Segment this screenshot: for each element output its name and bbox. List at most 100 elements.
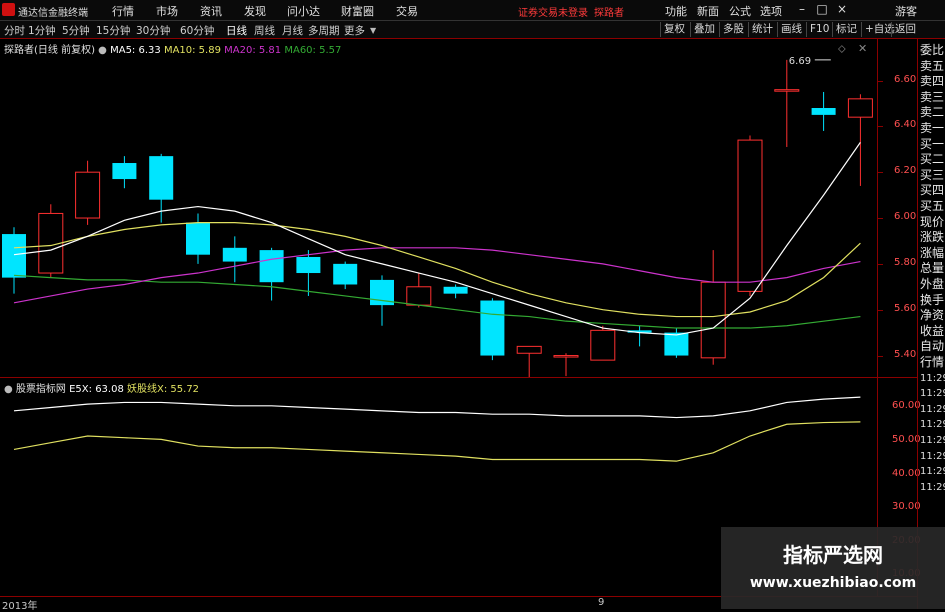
ma60-line [13,274,861,329]
side-panel-item[interactable]: 11:29 [920,464,945,480]
period-tick[interactable]: 分时 [4,23,25,38]
candle-body [664,332,689,356]
login-warning[interactable]: 证券交易未登录 [518,4,588,19]
side-panel-item[interactable]: 行情 [920,355,944,371]
side-panel-item[interactable]: 11:29 [920,402,945,418]
side-panel-item[interactable]: 11:29 [920,371,945,387]
f10-button[interactable]: F10 [806,22,832,37]
side-panel-item[interactable]: 总量 [920,261,944,277]
period-5min[interactable]: 5分钟 [62,23,90,38]
side-panel-item[interactable]: 净资 [920,308,944,324]
side-panel-item[interactable]: 卖二 [920,105,944,121]
linex-line [13,421,861,462]
maximize-icon[interactable]: □ [815,2,829,16]
period-monthly[interactable]: 月线 [282,23,303,38]
main-price-chart[interactable]: 6.69←5.24 [0,39,877,377]
side-panel-item[interactable]: 11:29 [920,417,945,433]
side-panel-item[interactable]: 11:29 [920,480,945,496]
y-tick-label: 5.40 [894,348,917,360]
candle-body [811,108,836,115]
candle-body [112,163,137,180]
menu-formula[interactable]: 公式 [729,3,751,19]
period-30min[interactable]: 30分钟 [136,23,170,38]
watermark-url: www.xuezhibiao.com [749,575,917,591]
candle-body [296,256,321,274]
y-tick [878,263,883,265]
candle-body [516,345,542,354]
candle-body [553,355,579,358]
candle-body [480,300,505,356]
candle-body [222,247,247,262]
chevron-down-icon[interactable]: ▼ [370,26,376,35]
draw-button[interactable]: 画线 [777,22,805,37]
menu-quotes[interactable]: 行情 [112,3,134,19]
high-annotation: 6.69 [789,56,811,67]
side-panel-item[interactable]: 买三 [920,168,944,184]
side-panel-item[interactable]: 自动 [920,339,944,355]
side-panel-item[interactable]: 涨幅 [920,246,944,262]
candle-body [700,281,726,359]
side-panel-item[interactable]: 11:29 [920,449,945,465]
side-panel-item[interactable]: 现价 [920,215,944,231]
side-panel-item[interactable]: 换手 [920,293,944,309]
period-weekly[interactable]: 周线 [254,23,275,38]
ma5-line [13,142,861,336]
period-daily[interactable]: 日线 [226,23,247,38]
menu-wealth[interactable]: 财富圈 [341,3,374,19]
month-label: 9 [598,597,605,608]
candle-body [847,98,873,118]
side-panel-item[interactable]: 卖五 [920,59,944,75]
side-panel-item[interactable]: 委比 [920,43,944,59]
y-tick-label: 5.80 [894,256,917,268]
stats-button[interactable]: 统计 [748,22,776,37]
quote-side-panel: 委比 卖五 卖四 卖三 卖二 卖一 买一 买二 买三 买四 买五 现价 涨跌 涨幅 总量 外盘 换手 净资 收益 自动… [917,39,945,609]
candle-body [737,139,763,292]
y-tick [878,309,883,311]
side-panel-item[interactable]: 卖一 [920,121,944,137]
close-icon[interactable]: × [835,2,849,16]
side-panel-item[interactable]: 收益 [920,324,944,340]
side-panel-item[interactable]: 买一 [920,137,944,153]
menu-new-page[interactable]: 新面 [697,3,719,19]
side-panel-item[interactable]: 买二 [920,152,944,168]
menu-options[interactable]: 选项 [760,3,782,19]
menu-function[interactable]: 功能 [665,3,687,19]
adjust-button[interactable]: 复权 [660,22,688,37]
menu-discover[interactable]: 发现 [244,3,266,19]
menu-ask[interactable]: 问小达 [287,3,320,19]
period-1min[interactable]: 1分钟 [28,23,56,38]
minimize-icon[interactable]: – [795,2,809,16]
candle-body [333,263,358,285]
multi-stock-button[interactable]: 多股 [719,22,747,37]
menu-market[interactable]: 市场 [156,3,178,19]
side-panel-item[interactable]: 买五 [920,199,944,215]
e5x-line [13,396,861,419]
side-panel-item[interactable]: 买四 [920,183,944,199]
back-button[interactable]: 返回 [891,22,919,37]
side-panel-item[interactable]: 外盘 [920,277,944,293]
period-more[interactable]: 更多 [344,23,365,38]
side-panel-item[interactable]: 11:29 [920,433,945,449]
candle-body [149,156,174,200]
side-panel-item[interactable]: 11:29 [920,386,945,402]
main-y-axis: 6.60 6.40 6.20 6.00 5.80 5.60 5.40 [877,39,918,377]
overlay-button[interactable]: 叠加 [690,22,718,37]
guest-label[interactable]: 游客 [895,3,917,19]
period-60min[interactable]: 60分钟 [180,23,214,38]
year-label: 2013年 [2,601,38,612]
period-15min[interactable]: 15分钟 [96,23,130,38]
side-panel-item[interactable]: 卖四 [920,74,944,90]
candle-body [406,286,432,306]
period-multi[interactable]: 多周期 [308,23,340,38]
app-logo-icon [2,3,15,16]
candle-body [2,234,26,278]
side-panel-item[interactable]: 卖三 [920,90,944,106]
mark-button[interactable]: 标记 [832,22,860,37]
y-tick [878,218,883,220]
side-panel-item[interactable]: 涨跌 [920,230,944,246]
menu-news[interactable]: 资讯 [200,3,222,19]
y-tick-label: 5.60 [894,302,917,314]
watermark: 指标严选网 www.xuezhibiao.com [721,527,945,609]
y-tick-label: 6.40 [894,119,917,131]
menu-trade[interactable]: 交易 [396,3,418,19]
